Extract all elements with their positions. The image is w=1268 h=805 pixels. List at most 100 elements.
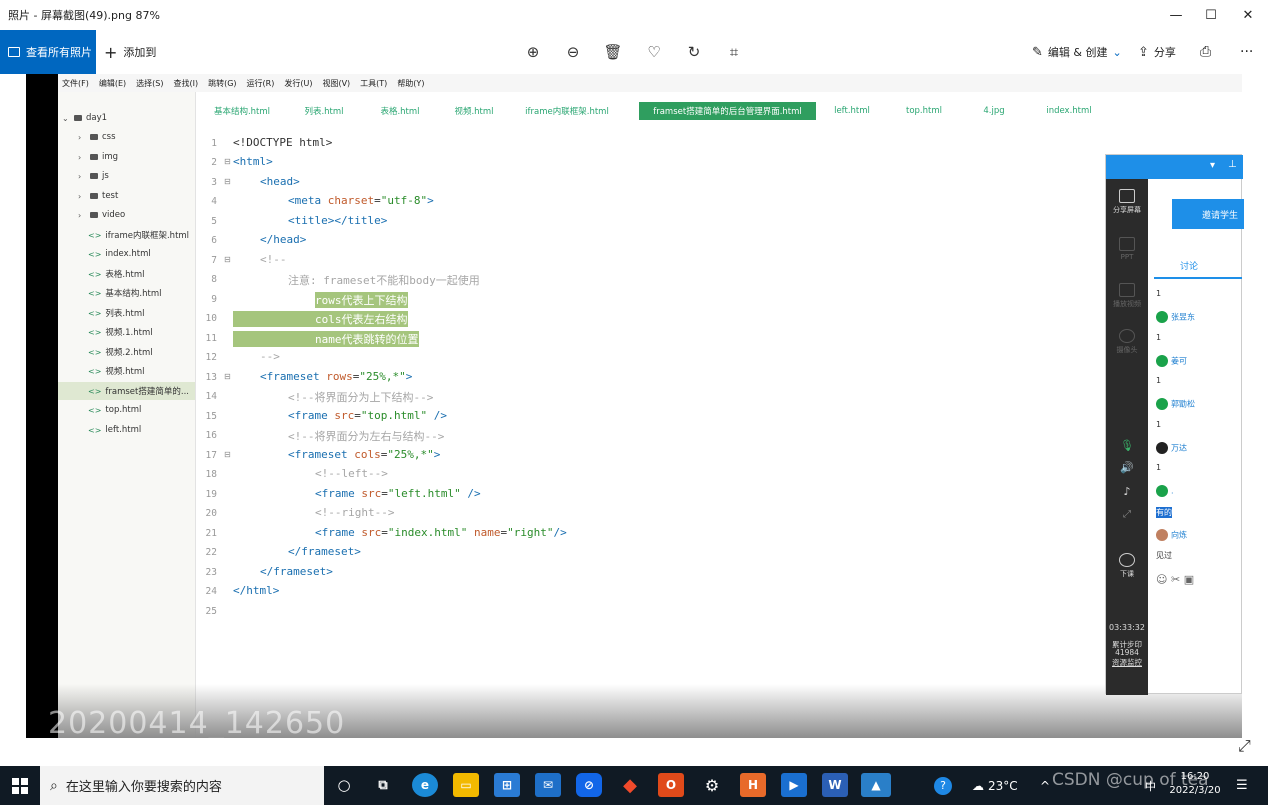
close-button[interactable]: ✕ <box>1230 0 1266 30</box>
tree-file-label: top.html <box>105 405 142 415</box>
minimize-button[interactable]: — <box>1158 0 1194 30</box>
share-screen-button: 分享屏幕 <box>1106 189 1148 215</box>
edit-create-button[interactable]: ✎ 编辑 & 创建 ⌄ <box>1032 30 1122 74</box>
line-number: 23 <box>205 567 217 578</box>
notification-icon[interactable]: ☰ <box>1236 766 1248 805</box>
cortana-icon[interactable]: ○ <box>331 773 357 797</box>
chat-header: ▾ ⊥ <box>1106 155 1243 179</box>
media-icon[interactable]: ▶ <box>781 773 807 797</box>
store-icon[interactable]: ⊞ <box>494 773 520 797</box>
print-icon[interactable]: ⎙ <box>1200 30 1211 74</box>
tree-file: <> 视频.1.html <box>88 323 153 341</box>
tree-file-label: index.html <box>105 249 151 259</box>
fullscreen-expand-icon[interactable]: ⤢ <box>1238 736 1251 756</box>
help-icon[interactable]: ? <box>934 766 952 805</box>
folder-icon <box>90 193 98 199</box>
expand-icon: ⤢ <box>1123 509 1131 520</box>
mail-icon[interactable]: ✉ <box>535 773 561 797</box>
image-icon: ▣ <box>1183 573 1195 586</box>
code-line: <!--将界面分为上下结构--> <box>288 391 434 404</box>
settings-icon[interactable]: ⚙ <box>699 773 725 797</box>
file-code-icon: <> <box>88 308 102 318</box>
word-icon[interactable]: W <box>822 773 848 797</box>
line-number: 21 <box>205 528 217 539</box>
file-explorer-icon[interactable]: ▭ <box>453 773 479 797</box>
chat-message-author: 张昱东 <box>1156 311 1195 323</box>
start-button[interactable] <box>0 766 40 805</box>
line-number: 4 <box>211 196 217 207</box>
view-all-photos-button[interactable]: 查看所有照片 <box>0 30 96 74</box>
office-icon[interactable]: O <box>658 773 684 797</box>
weather-widget[interactable]: ☁ 23°C <box>972 766 1018 805</box>
code-line: <frame src="left.html" /> <box>315 487 481 500</box>
code-line: </html> <box>233 584 280 597</box>
music-icon: ♪ <box>1123 485 1131 498</box>
menu-find: 查找(I) <box>173 78 199 88</box>
wechat-avatar-icon <box>1156 311 1168 323</box>
file-code-icon: <> <box>88 230 102 240</box>
task-view-icon[interactable]: ⧉ <box>370 773 396 797</box>
emoji-icon: ☺ <box>1156 573 1168 586</box>
tree-file: <> iframe内联框架.html <box>88 226 189 244</box>
line-number: 16 <box>205 430 217 441</box>
tree-file-label: 列表.html <box>105 309 145 319</box>
wechat-avatar-icon <box>1156 485 1168 497</box>
tree-file: <> 基本结构.html <box>88 284 161 302</box>
editor-tab: iframe内联框架.html <box>525 107 609 117</box>
line-number: 18 <box>205 469 217 480</box>
tree-file-label: iframe内联框架.html <box>105 231 190 241</box>
code-line: <!--left--> <box>315 467 388 480</box>
black-edge <box>26 74 58 738</box>
zoom-out-icon[interactable]: ⊖ <box>561 40 585 64</box>
add-to-label: 添加到 <box>123 46 157 59</box>
add-to-button[interactable]: + 添加到 <box>104 30 156 74</box>
menu-file: 文件(F) <box>62 78 89 88</box>
scissors-icon: ✂ <box>1170 573 1181 586</box>
zoom-in-icon[interactable]: ⊕ <box>521 40 545 64</box>
recording-watermark: 20200414_142650 <box>48 706 346 738</box>
play-video-button: 播放视频 <box>1106 283 1148 309</box>
file-code-icon: <> <box>88 366 102 376</box>
taskbar-search-box[interactable]: ⌕ 在这里输入你要搜索的内容 <box>40 766 324 805</box>
chat-message-author: 郭勖松 <box>1156 398 1195 410</box>
camera-icon <box>1119 329 1135 343</box>
chat-message-author: 姜可 <box>1156 355 1187 367</box>
code-line: <meta charset="utf-8"> <box>288 194 434 207</box>
edge-icon[interactable]: e <box>412 773 438 797</box>
line-number: 11 <box>205 333 217 344</box>
menu-goto: 跳转(G) <box>208 78 237 88</box>
tree-folder-label: img <box>102 152 119 162</box>
code-line: <head> <box>260 175 300 188</box>
editor-tab: 4.jpg <box>983 106 1005 116</box>
code-line: <frameset rows="25%,*"> <box>260 370 413 383</box>
window-title: 照片 - 屏幕截图(49).png 87% <box>8 9 160 22</box>
tree-file-active: <> framset搭建简单的... <box>58 382 195 400</box>
tree-file: <> 视频.html <box>88 362 144 380</box>
editor-tab-active: framset搭建简单的后台管理界面.html <box>639 102 816 120</box>
file-code-icon: <> <box>88 347 102 357</box>
code-line: <!--right--> <box>315 506 395 519</box>
app-icon[interactable]: ⊘ <box>576 773 602 797</box>
more-button[interactable]: ··· <box>1240 30 1253 74</box>
chat-message-text-selected: 有的 <box>1156 507 1172 518</box>
chat-left-toolbar: 分享屏幕 PPT 播放视频 摄像头 🎙 🔊 ♪ ⤢ 下课 03:33:32 累计… <box>1106 179 1148 695</box>
chevron-right-icon: › <box>78 210 82 220</box>
crop-icon[interactable]: ⌗ <box>722 40 746 64</box>
rotate-icon[interactable]: ↻ <box>682 40 706 64</box>
invite-students-button: 邀请学生 <box>1172 199 1244 229</box>
code-line: <title></title> <box>288 214 388 227</box>
editor-tab: left.html <box>834 106 870 116</box>
hbuilder-icon[interactable]: H <box>740 773 766 797</box>
favorite-icon[interactable]: ♡ <box>642 40 666 64</box>
delete-icon[interactable]: 🗑 <box>601 40 625 64</box>
code-line: </head> <box>260 233 307 246</box>
code-line: </frameset> <box>288 545 361 558</box>
anydesk-icon[interactable]: ◆ <box>617 773 643 797</box>
maximize-button[interactable]: ☐ <box>1193 0 1229 30</box>
share-button[interactable]: ⇪ 分享 <box>1138 30 1176 74</box>
photos-icon[interactable]: ▲ <box>861 773 891 797</box>
editor-tab: 表格.html <box>380 107 420 117</box>
line-number: 10 <box>205 313 217 324</box>
tray-expand-icon[interactable]: ^ <box>1040 766 1050 805</box>
tree-folder-label: video <box>102 210 126 220</box>
